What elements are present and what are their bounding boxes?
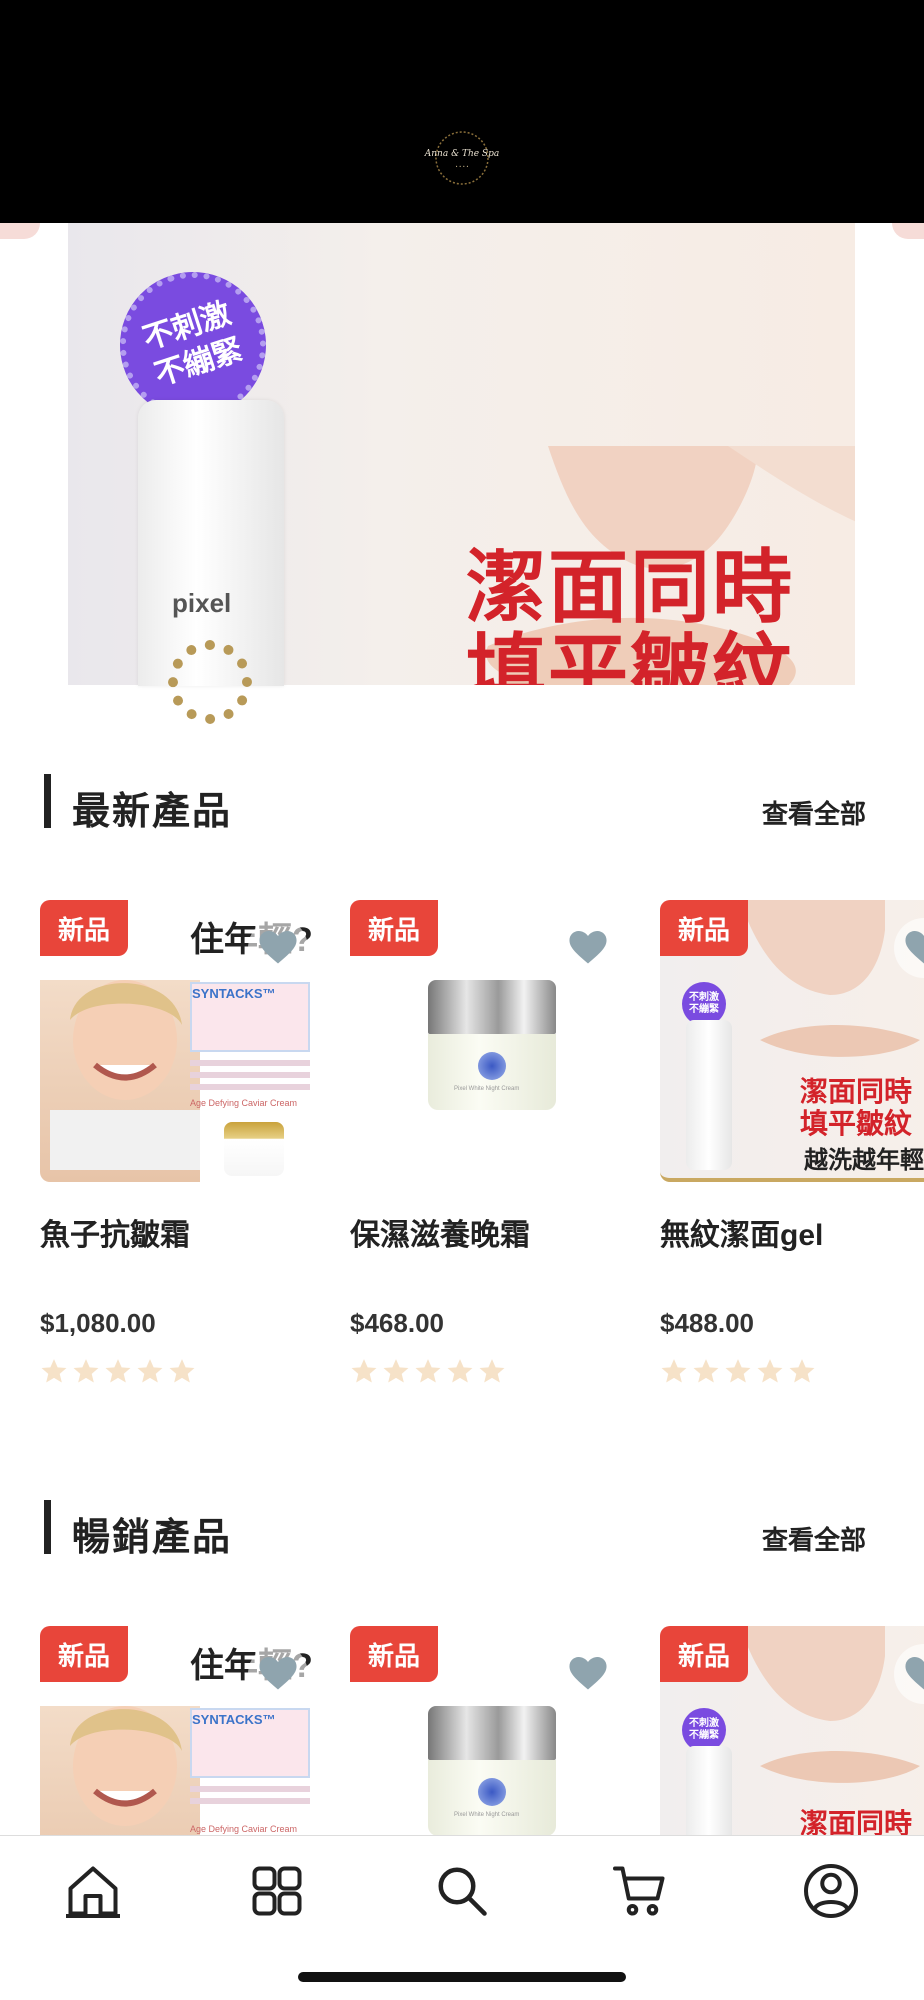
tab-account[interactable]: [796, 1856, 866, 1926]
star-icon: [351, 1359, 377, 1383]
product-price: $488.00: [660, 1308, 754, 1338]
tab-categories[interactable]: [242, 1856, 312, 1926]
product-name[interactable]: 保濕滋養晚霜: [350, 1210, 530, 1254]
new-badge: 新品: [660, 900, 748, 956]
star-icon: [757, 1359, 783, 1383]
tab-search[interactable]: [427, 1856, 497, 1926]
caviar-sub: SYNTACKS™: [192, 1712, 276, 1727]
gel-text-3: 越洗越年輕: [804, 1147, 924, 1174]
section-title-bestseller: 暢銷產品: [72, 1517, 233, 1559]
heart-icon[interactable]: [558, 1644, 618, 1704]
star-icon: [41, 1359, 67, 1383]
view-all-bestseller-button[interactable]: 查看全部: [762, 1520, 866, 1557]
star-icon: [693, 1359, 719, 1383]
product-price: $1,080.00: [40, 1308, 156, 1338]
product-card[interactable]: 住年輕? SYNTACKS™ Age Defying Caviar Cream …: [40, 1626, 316, 1835]
bottle-ring: [168, 640, 252, 724]
tab-home-indicator: [66, 1914, 120, 1918]
tab-cart[interactable]: [605, 1856, 675, 1926]
gel-face: [740, 1626, 920, 1783]
product-card[interactable]: 不刺激 不繃緊 潔面同時 填平皺紋 越洗越年輕 新品 無紋潔面gel $488.0…: [660, 900, 924, 1400]
rating-stars: [660, 1358, 816, 1386]
rating-stars: [40, 1358, 196, 1386]
star-icon: [415, 1359, 441, 1383]
svg-text:Anna & The Spa: Anna & The Spa: [424, 149, 499, 159]
account-icon: [804, 1864, 858, 1918]
new-badge: 新品: [660, 1626, 748, 1682]
gel-text-1: 潔面同時: [800, 1808, 913, 1835]
gel-text-1: 潔面同時: [800, 1076, 913, 1107]
new-badge: 新品: [40, 900, 128, 956]
rating-stars: [350, 1358, 506, 1386]
section-marker: [44, 774, 51, 828]
view-all-new-button[interactable]: 查看全部: [762, 794, 866, 831]
star-icon: [137, 1359, 163, 1383]
product-name[interactable]: 魚子抗皺霜: [40, 1210, 190, 1254]
hero-headline-line1: 潔面同時: [466, 546, 794, 632]
section-marker: [44, 1500, 51, 1554]
bottle-brand: pixel: [172, 588, 232, 618]
star-icon: [725, 1359, 751, 1383]
section-title-new: 最新產品: [72, 791, 233, 833]
heart-icon[interactable]: [248, 1644, 308, 1704]
star-icon: [73, 1359, 99, 1383]
heart-icon[interactable]: [248, 918, 308, 978]
brand-logo[interactable]: Anna & The Spa • • • •: [418, 128, 506, 188]
new-badge: 新品: [350, 900, 438, 956]
product-price: $468.00: [350, 1308, 444, 1338]
star-icon: [661, 1359, 687, 1383]
gel-face: [740, 900, 920, 1057]
gel-text-2: 填平皺紋: [800, 1108, 913, 1139]
home-icon: [68, 1866, 118, 1916]
caviar-foot: Age Defying Caviar Cream: [190, 1098, 298, 1108]
product-card[interactable]: Pixel White Night Cream 新品: [350, 1626, 626, 1835]
star-icon: [789, 1359, 815, 1383]
star-icon: [447, 1359, 473, 1383]
jar-label: Pixel White Night Cream: [454, 1086, 520, 1092]
model-face: [50, 980, 200, 1170]
product-name[interactable]: 無紋潔面gel: [660, 1210, 823, 1254]
hero-headline-line2: 填平皺紋: [466, 627, 794, 686]
hero-margin-left: [0, 223, 68, 685]
new-badge: 新品: [40, 1626, 128, 1682]
product-card[interactable]: 不刺激 不繃緊 潔面同時 新品: [660, 1626, 924, 1835]
svg-text:• • • •: • • • •: [455, 164, 468, 169]
product-card[interactable]: 住年輕? SYNTACKS™ Age Defying Caviar Cream …: [40, 900, 316, 1400]
star-icon: [105, 1359, 131, 1383]
app-header: Anna & The Spa • • • •: [0, 0, 924, 223]
heart-icon[interactable]: [558, 918, 618, 978]
model-face: [70, 1706, 182, 1826]
star-icon: [383, 1359, 409, 1383]
star-icon: [479, 1359, 505, 1383]
caviar-foot: Age Defying Caviar Cream: [190, 1824, 298, 1834]
hero-product-bottle: pixel: [138, 400, 284, 724]
star-icon: [169, 1359, 195, 1383]
cart-icon: [613, 1866, 665, 1916]
system-home-indicator[interactable]: [298, 1972, 626, 1982]
new-badge: 新品: [350, 1626, 438, 1682]
jar-label: Pixel White Night Cream: [454, 1812, 520, 1818]
caviar-sub: SYNTACKS™: [192, 986, 276, 1001]
search-icon: [438, 1867, 487, 1916]
hero-headline: 潔面同時 填平皺紋: [466, 546, 794, 685]
hero-margin-right: [855, 223, 924, 685]
product-card[interactable]: Pixel White Night Cream 新品 保濕滋養晚霜 $468.0…: [350, 900, 626, 1400]
grid-icon: [252, 1866, 302, 1916]
